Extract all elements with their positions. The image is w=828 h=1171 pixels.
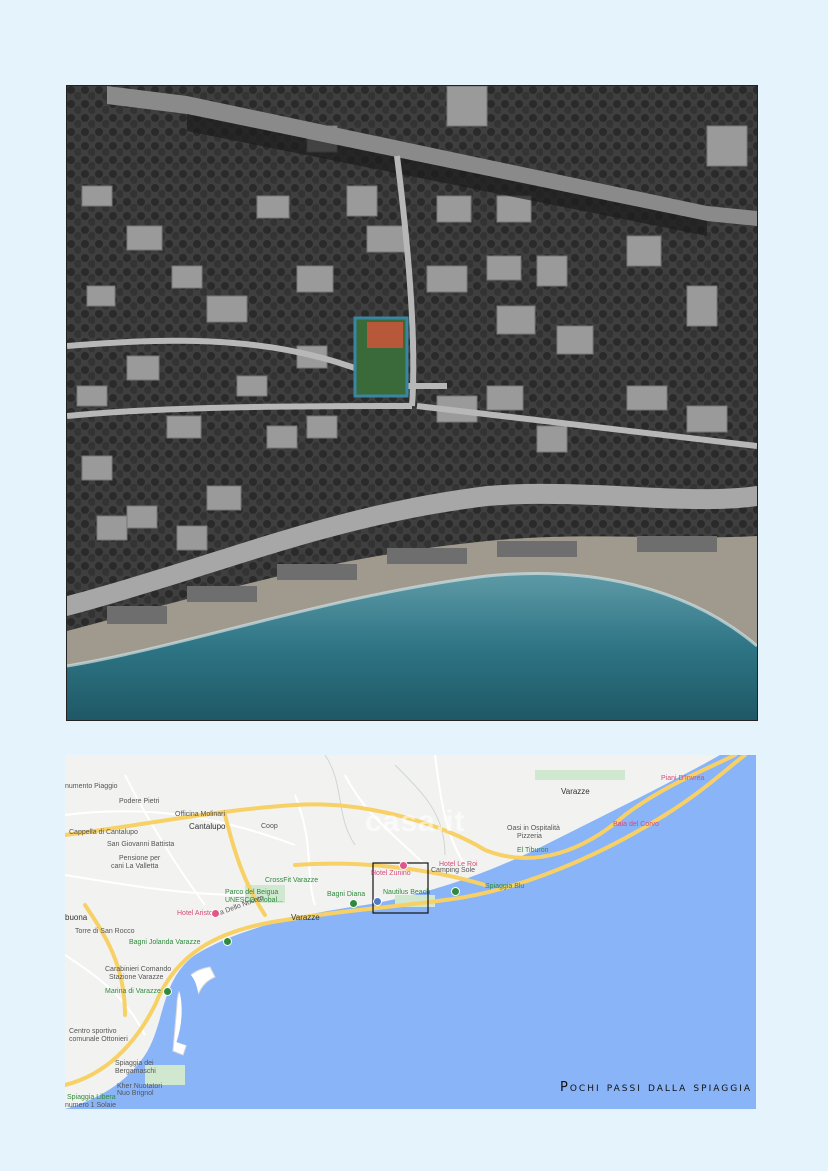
map-label: Spiaggia dei: [115, 1060, 154, 1067]
map-label: El Tiburon: [517, 847, 549, 854]
aerial-photo-image: [67, 86, 757, 720]
map-label: Cappella di Cantalupo: [69, 829, 138, 836]
map-label: Coop: [261, 823, 278, 830]
map-label: Bagni Jolanda Varazze: [129, 939, 201, 946]
map-label: Parco del Beigua: [225, 889, 279, 896]
map-label: Hotel Le Roi: [439, 861, 478, 868]
map-watermark: casa.it: [365, 805, 466, 838]
map-label: Kher Nuotatori: [117, 1083, 163, 1090]
map-label: cani La Valletta: [111, 863, 159, 870]
map-label: numero 1 Solaie: [65, 1102, 116, 1109]
map-label: Piani D'Invrea: [661, 775, 705, 782]
map-pin-icon: [373, 897, 382, 906]
map-label: Oasi in Ospitalità: [507, 825, 560, 832]
map-label: Spiaggia Libera: [67, 1094, 116, 1101]
map-caption: Pochi passi dalla spiaggia: [560, 1080, 752, 1095]
location-map: casa.it numento Piaggio Podere Pietri Of…: [65, 755, 756, 1109]
map-label: Bergamaschi: [115, 1068, 156, 1075]
map-label: Camping Sole: [431, 867, 475, 874]
map-pin-icon: [223, 937, 232, 946]
map-label: buona: [65, 913, 88, 922]
map-pin-icon: [211, 909, 220, 918]
map-label: numento Piaggio: [65, 783, 118, 790]
map-pin-icon: [163, 987, 172, 996]
map-label: Nuo Brignol: [117, 1090, 154, 1097]
map-pin-icon: [451, 887, 460, 896]
map-label: Carabinieri Comando: [105, 966, 172, 973]
aerial-photo: [66, 85, 758, 721]
map-pin-icon: [399, 861, 408, 870]
map-label: Bagni Diana: [327, 891, 366, 898]
map-label: Nautilus Beach: [383, 889, 431, 896]
map-label: Hotel Zunino: [371, 870, 411, 877]
map-label: CrossFit Varazze: [265, 877, 319, 884]
map-label: Officina Molinari: [175, 811, 226, 818]
map-label: San Giovanni Battista: [107, 841, 175, 848]
map-label: Baia del Corvo: [613, 821, 659, 828]
map-label: Pizzeria: [517, 833, 542, 840]
map-label: Varazze: [291, 913, 320, 922]
map-label: Stazione Varazze: [109, 974, 164, 981]
map-label: Torre di San Rocco: [75, 928, 135, 935]
map-label: Spiaggia Blu: [485, 883, 525, 890]
map-label: Cantalupo: [189, 822, 226, 831]
map-label: comunale Ottonieri: [69, 1036, 128, 1043]
map-label: Centro sportivo: [69, 1028, 117, 1035]
map-pin-icon: [349, 899, 358, 908]
map-label: Varazze: [561, 787, 590, 796]
map-label: Marina di Varazze: [105, 988, 161, 995]
map-label: Pensione per: [119, 855, 161, 862]
map-label: Podere Pietri: [119, 798, 160, 805]
